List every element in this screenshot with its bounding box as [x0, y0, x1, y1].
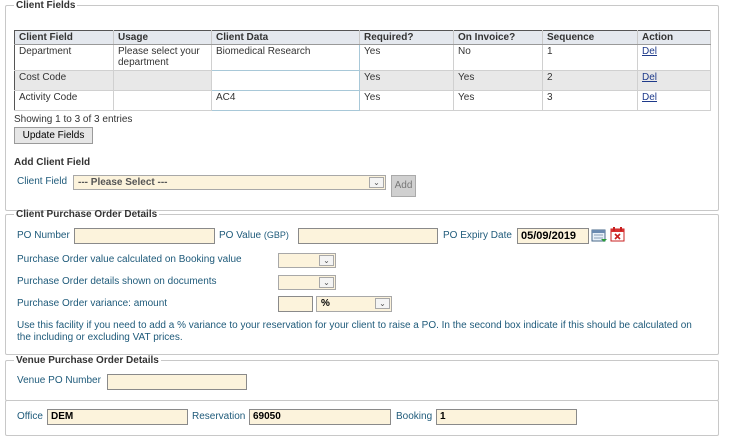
col-client-field: Client Field	[14, 30, 114, 45]
cell-client-field: Department	[14, 44, 114, 71]
client-field-label: Client Field	[17, 176, 68, 187]
cell-client-field: Activity Code	[14, 90, 114, 111]
po-value-label: PO Value (GBP)	[219, 230, 289, 241]
venue-po-label: Venue PO Number	[17, 375, 101, 386]
cell-required: Yes	[359, 44, 454, 71]
po-value-label-text: PO Value	[219, 230, 262, 241]
delete-link[interactable]: Del	[642, 72, 657, 83]
po-value-input[interactable]	[298, 228, 438, 244]
table-row: Activity Code AC4 Yes Yes 3 Del	[14, 90, 711, 111]
add-client-field-heading: Add Client Field	[14, 157, 91, 168]
update-fields-button[interactable]: Update Fields	[14, 127, 93, 144]
reservation-label: Reservation	[192, 411, 246, 422]
delete-link[interactable]: Del	[642, 46, 657, 57]
table-info-text: Showing 1 to 3 of 3 entries	[14, 114, 133, 125]
chevron-down-icon: ⌄	[369, 177, 384, 188]
cell-on-invoice: No	[453, 44, 543, 71]
cell-usage: Please select your department	[113, 44, 212, 71]
reservation-input[interactable]: 69050	[249, 409, 391, 425]
venue-po-legend: Venue Purchase Order Details	[16, 355, 159, 366]
office-label: Office	[17, 411, 43, 422]
office-input[interactable]: DEM	[47, 409, 188, 425]
col-sequence: Sequence	[542, 30, 638, 45]
po-value-unit: (GBP)	[263, 230, 289, 240]
cell-required: Yes	[359, 70, 454, 91]
cell-usage	[113, 70, 212, 91]
table-header-row: Client Field Usage Client Data Required?…	[14, 30, 711, 45]
variance-note: Use this facility if you need to add a %…	[17, 320, 692, 343]
client-field-select-value: --- Please Select ---	[78, 177, 168, 188]
client-field-select[interactable]: --- Please Select --- ⌄	[73, 175, 386, 190]
variance-unit-select[interactable]: % ⌄	[316, 296, 392, 312]
calendar-icon[interactable]	[591, 227, 608, 247]
client-fields-table: Client Field Usage Client Data Required?…	[14, 30, 711, 111]
delete-link[interactable]: Del	[642, 92, 657, 103]
cell-sequence: 1	[542, 44, 638, 71]
chevron-down-icon: ⌄	[319, 277, 334, 288]
variance-label: Purchase Order variance: amount	[17, 298, 168, 309]
po-number-input[interactable]	[74, 228, 215, 244]
col-required: Required?	[359, 30, 454, 45]
calc-on-booking-label: Purchase Order value calculated on Booki…	[17, 254, 242, 265]
po-number-label: PO Number	[17, 230, 70, 241]
details-shown-select[interactable]: ⌄	[278, 275, 336, 290]
variance-amount-input[interactable]	[278, 296, 313, 312]
venue-po-input[interactable]	[107, 374, 247, 390]
cell-on-invoice: Yes	[453, 90, 543, 111]
purchase-order-legend: Client Purchase Order Details	[16, 209, 158, 220]
booking-label: Booking	[396, 411, 433, 422]
table-row: Cost Code Yes Yes 2 Del	[14, 70, 711, 91]
col-usage: Usage	[113, 30, 212, 45]
table-row: Department Please select your department…	[14, 44, 711, 71]
add-button[interactable]: Add	[391, 175, 416, 197]
col-client-data: Client Data	[211, 30, 360, 45]
details-shown-label: Purchase Order details shown on document…	[17, 276, 217, 287]
clear-date-icon[interactable]	[610, 226, 626, 246]
cell-sequence: 3	[542, 90, 638, 111]
po-expiry-input[interactable]: 05/09/2019	[517, 228, 589, 244]
cell-on-invoice: Yes	[453, 70, 543, 91]
client-data-input[interactable]: AC4	[211, 90, 360, 111]
col-on-invoice: On Invoice?	[453, 30, 543, 45]
client-data-input[interactable]	[211, 70, 360, 91]
chevron-down-icon: ⌄	[319, 255, 334, 266]
client-fields-legend: Client Fields	[16, 0, 76, 11]
booking-input[interactable]: 1	[436, 409, 577, 425]
chevron-down-icon: ⌄	[375, 298, 390, 309]
cell-sequence: 2	[542, 70, 638, 91]
col-action: Action	[637, 30, 711, 45]
variance-unit-value: %	[321, 298, 330, 309]
cell-usage	[113, 90, 212, 111]
calc-on-booking-select[interactable]: ⌄	[278, 253, 336, 268]
cell-client-field: Cost Code	[14, 70, 114, 91]
client-data-input[interactable]: Biomedical Research	[211, 44, 360, 71]
po-expiry-label: PO Expiry Date	[443, 230, 512, 241]
cell-required: Yes	[359, 90, 454, 111]
